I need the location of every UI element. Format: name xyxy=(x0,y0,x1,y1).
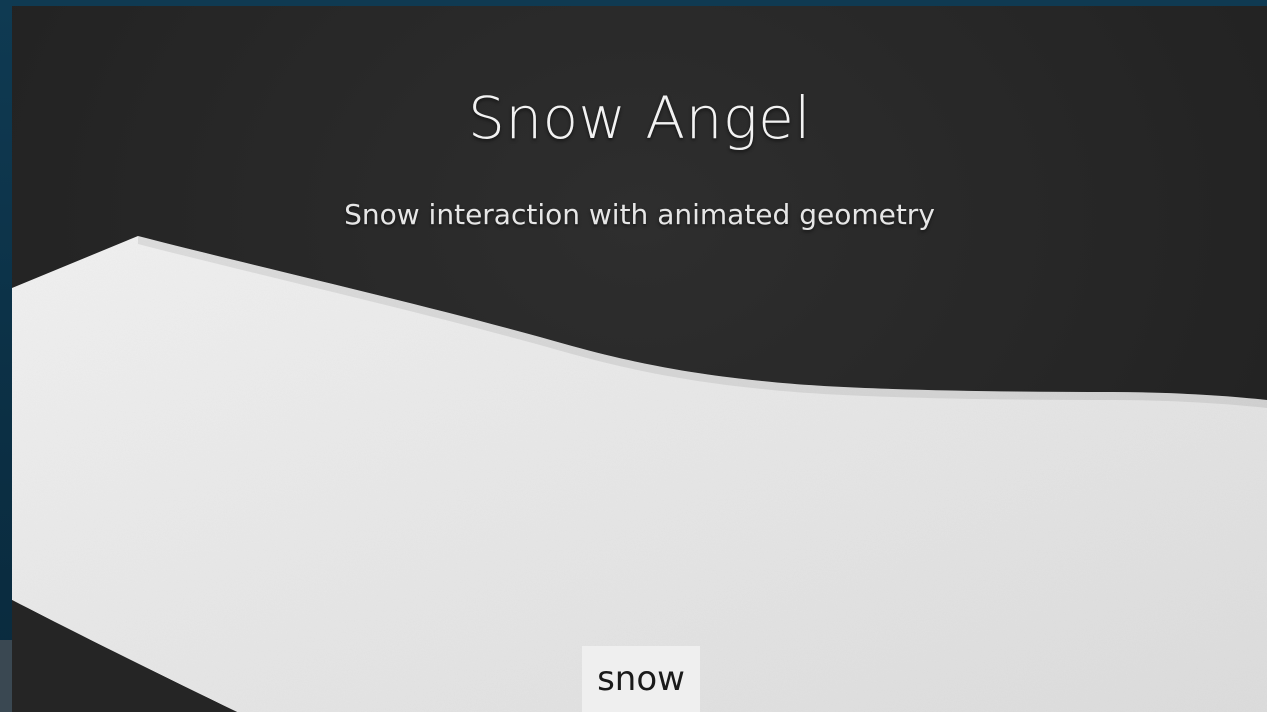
page-subtitle: Snow interaction with animated geometry xyxy=(344,198,935,231)
scene-viewport[interactable]: Snow Angel Snow interaction with animate… xyxy=(12,6,1267,712)
app-window: Snow Angel Snow interaction with animate… xyxy=(0,0,1267,712)
snow-mode-button[interactable]: snow xyxy=(582,646,700,712)
page-title: Snow Angel xyxy=(468,84,811,152)
snow-surface[interactable] xyxy=(12,236,1267,712)
